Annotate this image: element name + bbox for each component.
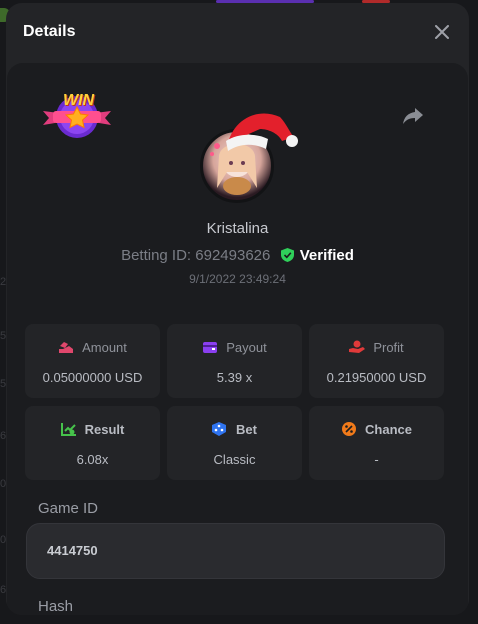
share-button[interactable]	[402, 106, 424, 126]
stat-header: Payout	[167, 340, 302, 355]
bet-timestamp: 9/1/2022 23:49:24	[189, 272, 286, 286]
stat-payout: Payout 5.39 x	[167, 324, 302, 398]
close-icon	[435, 25, 449, 39]
stat-value: 5.39 x	[216, 370, 253, 385]
stat-header: Amount	[25, 340, 160, 355]
share-icon	[403, 108, 423, 124]
game-id-label: Game ID	[38, 500, 99, 517]
stat-header: Profit	[309, 340, 444, 355]
details-modal: Details WIN Kristalina Betting ID: 69249…	[6, 3, 469, 615]
santa-hat-icon	[226, 113, 298, 151]
stat-value: 0.05000000 USD	[42, 370, 143, 385]
player-name: Kristalina	[206, 220, 269, 237]
stat-value: Classic	[213, 452, 256, 467]
betting-id-label: Betting ID:	[121, 247, 192, 264]
stat-value: -	[374, 452, 379, 467]
win-badge: WIN	[41, 89, 113, 145]
bet-details-card: WIN Kristalina Betting ID: 692493626 Ver…	[7, 63, 468, 615]
modal-title: Details	[23, 23, 76, 40]
stat-label: Chance	[365, 422, 412, 437]
stat-value: 6.08x	[76, 452, 109, 467]
verified-label: Verified	[299, 247, 354, 264]
player-avatar	[198, 103, 302, 207]
stat-label: Bet	[236, 422, 257, 437]
stat-header: Chance	[309, 422, 444, 437]
stat-result: Result 6.08x	[25, 406, 160, 480]
game-id-value[interactable]: 4414750	[47, 543, 98, 558]
stat-bet: Bet Classic	[167, 406, 302, 480]
stat-label: Result	[84, 422, 125, 437]
modal-header: Details	[6, 3, 469, 61]
betting-id-value: 692493626	[195, 247, 271, 264]
betting-id-row: Betting ID: 692493626 Verified	[7, 247, 468, 264]
win-badge-text: WIN	[63, 92, 95, 109]
hash-label: Hash	[38, 598, 74, 615]
stat-value: 0.21950000 USD	[326, 370, 427, 385]
dice-icon	[212, 422, 227, 436]
coins-icon	[59, 342, 74, 353]
stat-amount: Amount 0.05000000 USD	[25, 324, 160, 398]
stat-chance: Chance -	[309, 406, 444, 480]
close-button[interactable]	[435, 25, 449, 39]
hand-coin-icon	[349, 340, 366, 353]
stat-label: Profit	[373, 340, 404, 355]
chart-check-icon	[60, 423, 76, 436]
verified-shield-icon	[280, 248, 294, 262]
stat-label: Payout	[226, 340, 267, 355]
stat-label: Amount	[82, 340, 127, 355]
game-id-field[interactable]: 4414750	[26, 523, 445, 579]
percent-icon	[342, 422, 357, 436]
stat-header: Bet	[167, 422, 302, 437]
stat-header: Result	[25, 422, 160, 437]
stat-profit: Profit 0.21950000 USD	[309, 324, 444, 398]
wallet-icon	[203, 342, 218, 353]
